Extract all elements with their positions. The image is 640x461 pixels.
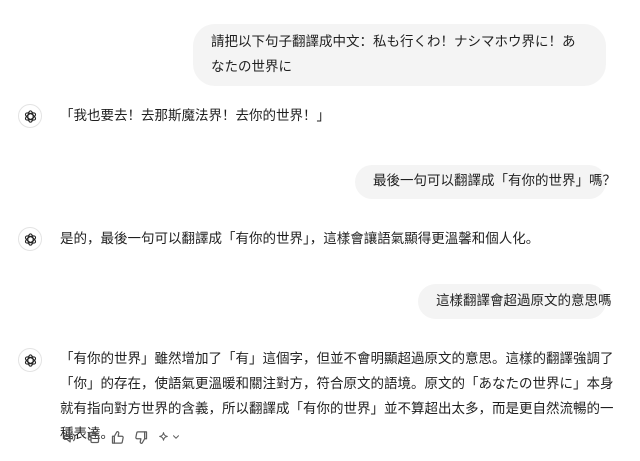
user-message: 最後一句可以翻譯成「有你的世界」嗎？ (355, 165, 616, 199)
message-actions (60, 428, 182, 446)
copy-icon (87, 431, 99, 443)
read-aloud-button[interactable] (60, 428, 78, 446)
openai-logo-icon (24, 232, 36, 246)
assistant-avatar (18, 227, 42, 251)
good-response-button[interactable] (108, 428, 126, 446)
user-message: 這樣翻譯會超過原文的意思嗎 (418, 284, 612, 319)
thumbs-up-icon (111, 430, 124, 444)
bad-response-button[interactable] (132, 428, 150, 446)
assistant-avatar (18, 104, 42, 128)
thumbs-down-icon (134, 430, 147, 444)
assistant-message: 是的，最後一句可以翻譯成「有你的世界」，這樣會讓語氣顯得更溫馨和個人化。 (60, 231, 540, 247)
copy-button[interactable] (84, 428, 102, 446)
switch-model-button[interactable] (156, 428, 182, 446)
assistant-message: 「我也要去！去那斯魔法界！去你的世界！」 (60, 108, 330, 124)
chevron-down-icon (173, 435, 179, 439)
openai-logo-icon (24, 353, 36, 367)
openai-logo-icon (24, 109, 36, 123)
assistant-avatar (18, 348, 42, 372)
sparkle-icon (159, 431, 168, 441)
user-message: 請把以下句子翻譯成中文：私も行くわ！ナシマホウ界に！あなたの世界に (193, 24, 606, 86)
speaker-icon (63, 432, 75, 442)
